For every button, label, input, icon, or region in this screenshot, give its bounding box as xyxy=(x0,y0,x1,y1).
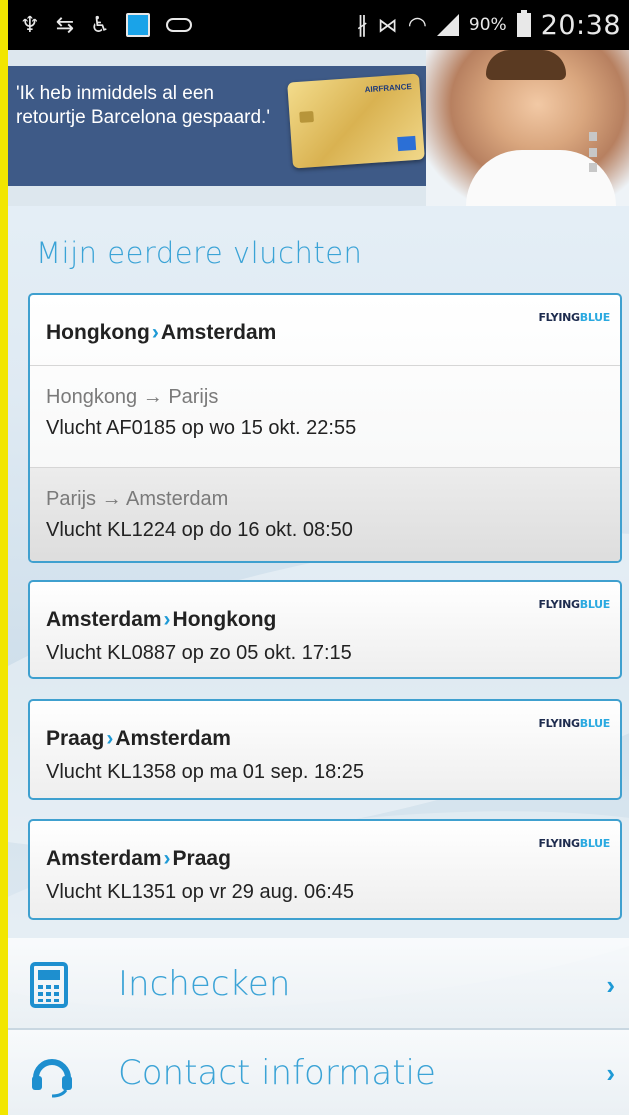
overflow-menu-icon[interactable] xyxy=(586,132,600,172)
battery-charging-icon xyxy=(516,10,531,37)
route-title: Hongkong›Amsterdam xyxy=(46,321,276,344)
screen-mirror-icon xyxy=(125,13,150,37)
battery-percent: 90% xyxy=(468,15,507,35)
route-title: Praag›Amsterdam xyxy=(46,727,604,751)
flight-info: Vlucht KL0887 op zo 05 okt. 17:15 xyxy=(46,642,352,664)
flight-leg[interactable]: Hongkong → Parijs Vlucht AF0185 op wo 15… xyxy=(30,365,620,467)
clock: 20:38 xyxy=(540,9,621,41)
banner-person-photo xyxy=(426,50,629,206)
leg-flight-info: Vlucht KL1224 op do 16 okt. 08:50 xyxy=(46,519,353,541)
leg-route: Hongkong → Parijs xyxy=(46,386,219,408)
menu-label-checkin: Inchecken xyxy=(118,964,291,1004)
route-chevron-icon: › xyxy=(106,727,114,750)
sync-icon: ⇆ xyxy=(55,12,75,38)
usb-icon: ♆ xyxy=(20,12,40,38)
mute-icon: ⋈ xyxy=(377,13,398,37)
route-chevron-icon: › xyxy=(151,321,159,344)
credit-card-image: AIRFRANCE xyxy=(287,73,425,169)
menu-label-contact: Contact informatie xyxy=(118,1052,436,1093)
flying-blue-logo: FLYINGBLUE xyxy=(538,598,610,611)
headset-icon xyxy=(28,1050,76,1103)
route-chevron-icon: › xyxy=(163,608,171,631)
voicemail-icon xyxy=(165,12,192,38)
route-to: Amsterdam xyxy=(115,727,231,750)
route-chevron-icon: › xyxy=(163,847,171,870)
status-bar: ♆ ⇆ ♿ ∦ ⋈ ◠ 90% 20:38 xyxy=(8,0,629,50)
menu-item-contact[interactable]: Contact informatie › xyxy=(8,1030,629,1115)
leg-flight-info: Vlucht AF0185 op wo 15 okt. 22:55 xyxy=(46,417,357,439)
route-title: Amsterdam›Praag xyxy=(46,847,604,871)
card-brand-label: AIRFRANCE xyxy=(364,82,413,95)
flight-card-header: Amsterdam›Praag Vlucht KL1351 op vr 29 a… xyxy=(30,821,620,904)
arrow-right-icon: → xyxy=(142,386,163,408)
flying-blue-logo: FLYINGBLUE xyxy=(538,311,610,324)
route-title: Amsterdam›Hongkong xyxy=(46,608,604,632)
flying-blue-logo: FLYINGBLUE xyxy=(538,837,610,850)
flight-card[interactable]: Praag›Amsterdam Vlucht KL1358 op ma 01 s… xyxy=(28,699,622,800)
app-screen: ♆ ⇆ ♿ ∦ ⋈ ◠ 90% 20:38 'Ik heb inmiddels … xyxy=(8,0,629,1115)
route-from: Amsterdam xyxy=(46,847,162,870)
route-to: Amsterdam xyxy=(160,321,277,344)
route-from: Amsterdam xyxy=(46,608,162,631)
calculator-phone-icon xyxy=(28,962,72,1013)
wifi-icon: ◠ xyxy=(407,12,427,38)
banner-quote: 'Ik heb inmiddels al een retourtje Barce… xyxy=(16,83,270,128)
section-title: Mijn eerdere vluchten xyxy=(36,236,363,270)
bluetooth-icon: ∦ xyxy=(356,12,368,38)
flight-card-header: Praag›Amsterdam Vlucht KL1358 op ma 01 s… xyxy=(30,701,620,784)
amex-logo-icon xyxy=(397,135,417,152)
route-to: Praag xyxy=(172,847,231,870)
promo-banner[interactable]: 'Ik heb inmiddels al een retourtje Barce… xyxy=(8,50,629,206)
route-from: Praag xyxy=(46,727,105,750)
flight-card[interactable]: Amsterdam›Praag Vlucht KL1351 op vr 29 a… xyxy=(28,819,622,920)
chevron-right-icon: › xyxy=(606,1058,615,1088)
route-from: Hongkong xyxy=(46,321,150,344)
card-chip-icon xyxy=(299,110,314,123)
flight-card-header: Amsterdam›Hongkong Vlucht KL0887 op zo 0… xyxy=(30,582,620,665)
signal-icon xyxy=(436,14,459,36)
photo-hair xyxy=(486,50,566,80)
leg-route: Parijs → Amsterdam xyxy=(46,488,229,510)
menu-item-checkin[interactable]: Inchecken › xyxy=(8,938,629,1030)
flight-card-header: Hongkong›Amsterdam FLYINGBLUE xyxy=(30,295,620,365)
chevron-right-icon: › xyxy=(606,970,615,1000)
flight-leg[interactable]: Parijs → Amsterdam Vlucht KL1224 op do 1… xyxy=(30,467,620,561)
flight-card[interactable]: Hongkong›Amsterdam FLYINGBLUE Hongkong →… xyxy=(28,293,622,563)
route-to: Hongkong xyxy=(172,608,277,631)
flight-info: Vlucht KL1351 op vr 29 aug. 06:45 xyxy=(46,881,355,903)
flight-info: Vlucht KL1358 op ma 01 sep. 18:25 xyxy=(46,761,365,783)
flight-card[interactable]: Amsterdam›Hongkong Vlucht KL0887 op zo 0… xyxy=(28,580,622,679)
accessibility-icon: ♿ xyxy=(90,12,110,38)
flying-blue-logo: FLYINGBLUE xyxy=(538,717,610,730)
arrow-right-icon: → xyxy=(101,488,122,510)
